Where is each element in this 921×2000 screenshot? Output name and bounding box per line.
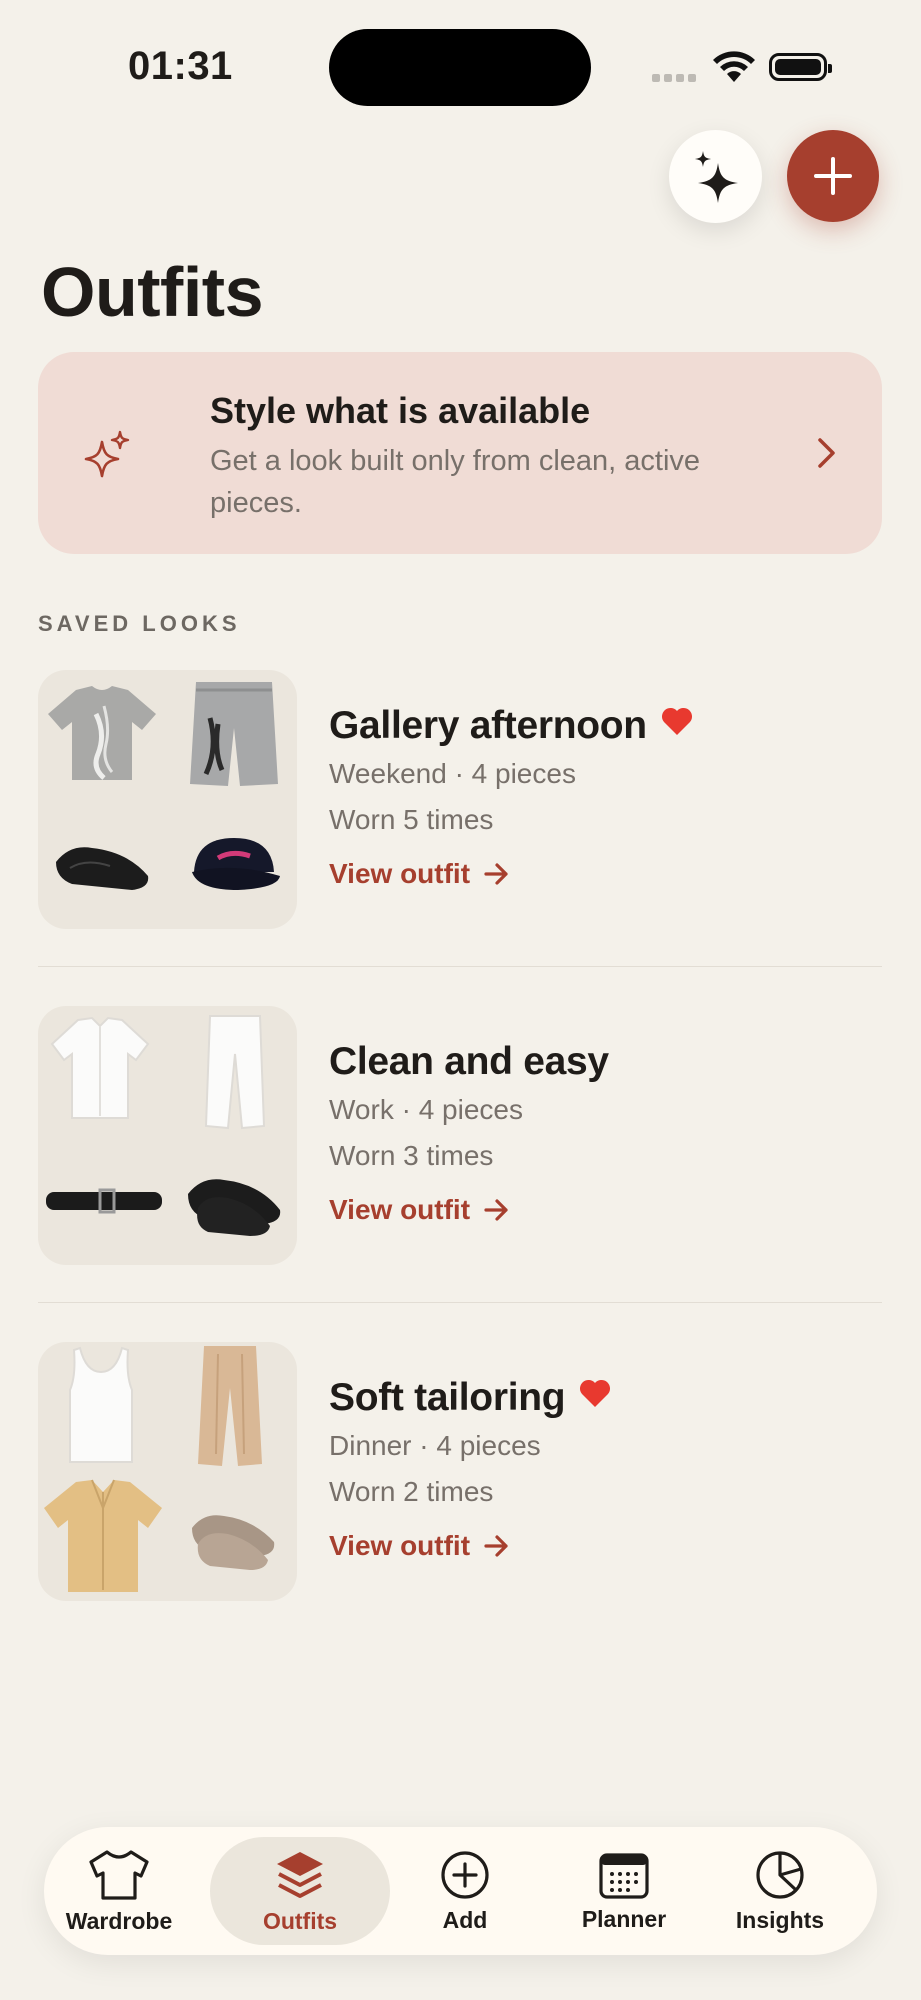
cap-image [192, 838, 280, 890]
belt-image [46, 1188, 162, 1214]
page-title: Outfits [41, 253, 264, 331]
tab-insights[interactable]: Insights [720, 1827, 840, 1955]
sparkles-icon [84, 430, 130, 478]
wifi-icon [713, 51, 755, 82]
sparkles-icon [694, 150, 738, 203]
outfit-name-text: Clean and easy [329, 1040, 609, 1083]
outfit-meta: Work · 4 pieces [329, 1094, 523, 1125]
chevron-right-icon [818, 438, 835, 468]
tab-label: Wardrobe [65, 1907, 173, 1934]
pie-chart-icon [756, 1850, 804, 1899]
loafers-image [188, 1179, 281, 1236]
outfit-thumbnail [38, 670, 297, 929]
outfit-name: Gallery afternoon [329, 704, 693, 748]
view-outfit-label: View outfit [329, 858, 471, 889]
tab-add[interactable]: Add [410, 1827, 520, 1955]
plus-icon [814, 157, 852, 195]
outfit-row[interactable]: Soft tailoring Dinner · 4 pieces Worn 2 … [38, 1342, 882, 1602]
arrow-right-icon [484, 863, 508, 885]
divider [38, 966, 882, 967]
heart-icon[interactable] [661, 706, 693, 736]
divider [38, 1302, 882, 1303]
outfit-worn-count: Worn 2 times [329, 1476, 494, 1507]
ai-style-button[interactable] [669, 130, 762, 223]
tab-bar: Wardrobe Outfits Add Planner Insights [44, 1827, 877, 1955]
cellular-signal-icon [652, 74, 696, 82]
loafers-image [56, 847, 149, 890]
view-outfit-label: View outfit [329, 1194, 471, 1225]
dynamic-island [329, 29, 591, 106]
trousers-image [198, 1346, 262, 1466]
outfit-name-text: Gallery afternoon [329, 704, 647, 747]
camp-shirt-image [44, 1479, 162, 1592]
tab-label: Planner [581, 1905, 667, 1932]
view-outfit-link[interactable]: View outfit [329, 1530, 510, 1562]
trousers-image [204, 1015, 266, 1130]
tshirt-icon [89, 1849, 149, 1900]
tank-top-image [69, 1346, 133, 1463]
calendar-icon [599, 1852, 649, 1899]
view-outfit-label: View outfit [329, 1530, 471, 1561]
shirt-image [50, 1016, 150, 1119]
outfit-name-text: Soft tailoring [329, 1376, 566, 1419]
outfit-row[interactable]: Clean and easy Work · 4 pieces Worn 3 ti… [38, 1006, 882, 1266]
suede-loafers-image [192, 1515, 275, 1570]
arrow-right-icon [484, 1199, 508, 1221]
outfit-name: Soft tailoring [329, 1376, 611, 1420]
view-outfit-link[interactable]: View outfit [329, 1194, 510, 1226]
layers-icon [277, 1851, 323, 1898]
tab-label: Add [442, 1906, 488, 1933]
banner-title: Style what is available [210, 390, 591, 431]
outfit-meta: Dinner · 4 pieces [329, 1430, 541, 1461]
style-available-banner[interactable]: Style what is available Get a look built… [38, 352, 882, 554]
tab-label: Insights [735, 1906, 825, 1933]
view-outfit-link[interactable]: View outfit [329, 858, 510, 890]
outfit-meta: Weekend · 4 pieces [329, 758, 576, 789]
shorts-image [190, 682, 278, 786]
plus-circle-icon [441, 1850, 489, 1899]
status-icons [652, 50, 837, 86]
outfit-thumbnail [38, 1342, 297, 1601]
outfit-row[interactable]: Gallery afternoon Weekend · 4 pieces Wor… [38, 670, 882, 930]
status-time: 01:31 [128, 44, 233, 88]
arrow-right-icon [484, 1535, 508, 1557]
tab-wardrobe[interactable]: Wardrobe [64, 1827, 174, 1955]
outfit-thumbnail [38, 1006, 297, 1265]
add-outfit-button[interactable] [787, 130, 879, 222]
outfit-name: Clean and easy [329, 1040, 609, 1084]
outfit-worn-count: Worn 5 times [329, 804, 494, 835]
outfit-worn-count: Worn 3 times [329, 1140, 494, 1171]
banner-subtitle: Get a look built only from clean, active… [210, 445, 701, 519]
heart-icon[interactable] [579, 1378, 611, 1408]
section-label: SAVED LOOKS [38, 611, 241, 636]
battery-icon [769, 53, 832, 81]
tab-planner[interactable]: Planner [564, 1827, 684, 1955]
tshirt-image [48, 686, 156, 780]
tab-outfits[interactable]: Outfits [210, 1837, 390, 1945]
tab-label: Outfits [262, 1907, 338, 1934]
